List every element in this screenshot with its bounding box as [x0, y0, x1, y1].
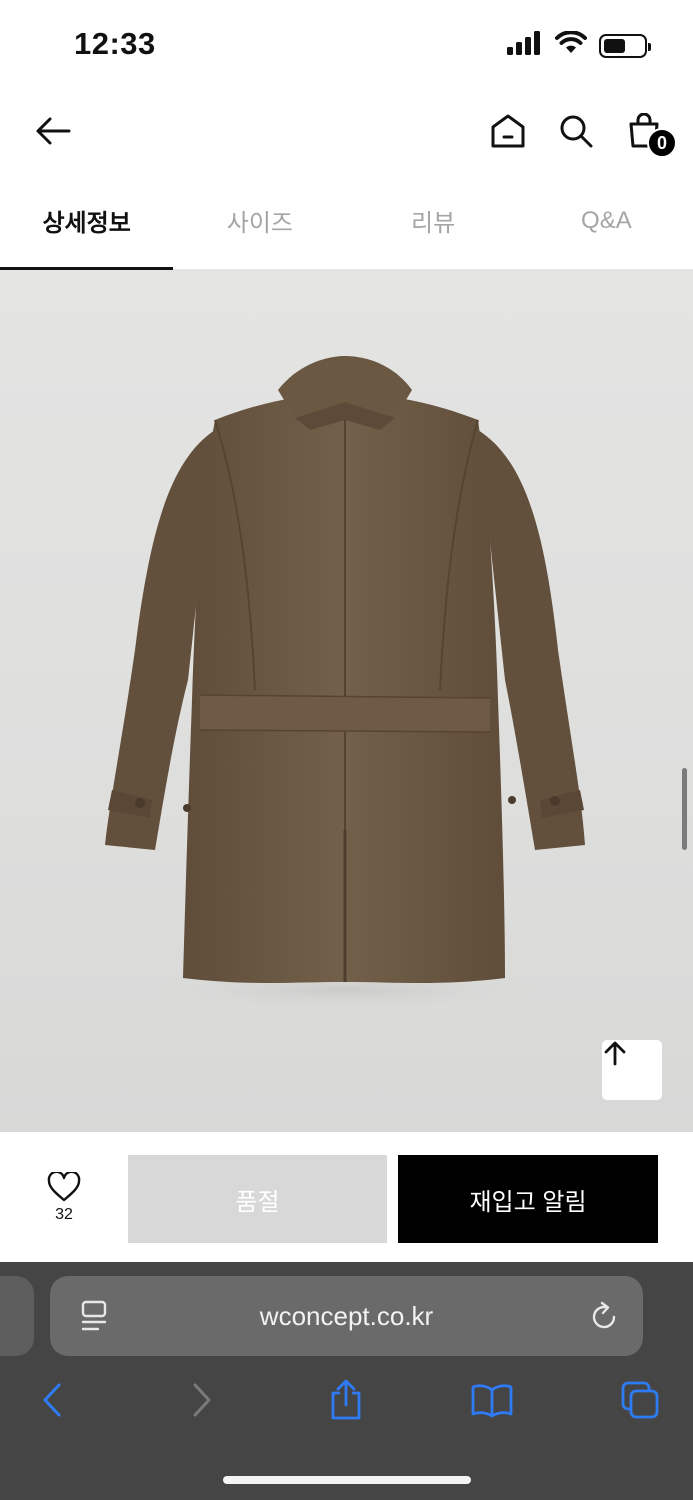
like-button[interactable]: 32 — [30, 1172, 98, 1232]
arrow-up-icon — [604, 1041, 626, 1066]
top-nav: 0 — [0, 92, 693, 172]
battery-icon — [599, 33, 651, 58]
browser-back-button[interactable] — [28, 1376, 76, 1424]
scroll-indicator — [682, 768, 687, 850]
back-button[interactable] — [30, 108, 76, 154]
back-arrow-icon — [36, 117, 71, 145]
wifi-icon — [555, 30, 587, 60]
heart-icon — [47, 1172, 81, 1202]
tabs-icon — [621, 1381, 659, 1419]
reload-icon[interactable] — [589, 1300, 619, 1337]
bookmarks-icon — [471, 1384, 513, 1418]
status-bar: 12:33 — [0, 0, 693, 92]
chevron-right-icon — [193, 1383, 211, 1417]
search-button[interactable] — [553, 108, 599, 154]
share-icon — [331, 1379, 361, 1420]
bookmarks-button[interactable] — [468, 1376, 516, 1424]
soldout-button: 품절 — [128, 1155, 387, 1243]
status-icons — [507, 30, 651, 60]
scroll-to-top-button[interactable] — [601, 1039, 663, 1101]
address-bar[interactable]: wconcept.co.kr — [50, 1276, 643, 1356]
browser-forward-button[interactable] — [178, 1376, 226, 1424]
browser-bar: wconcept.co.kr — [0, 1262, 693, 1500]
browser-toolbar — [0, 1370, 693, 1430]
previous-tab-preview[interactable] — [0, 1276, 34, 1356]
tab-reviews[interactable]: 리뷰 — [347, 172, 520, 269]
cart-button[interactable]: 0 — [621, 108, 677, 158]
purchase-bar: 32 품절 재입고 알림 — [0, 1132, 693, 1262]
nav-actions: 0 — [485, 108, 677, 158]
chevron-left-icon — [43, 1383, 61, 1417]
tab-details[interactable]: 상세정보 — [0, 172, 174, 270]
cart-count-badge: 0 — [647, 128, 677, 158]
like-count: 32 — [55, 1206, 73, 1223]
coat-back-view-image — [105, 356, 585, 1012]
battery-level — [604, 38, 625, 53]
home-button[interactable] — [485, 108, 531, 154]
url-text: wconcept.co.kr — [259, 1300, 434, 1331]
search-icon — [560, 115, 593, 148]
home-icon — [491, 114, 525, 148]
tabs-button[interactable] — [616, 1376, 664, 1424]
signal-icon — [507, 31, 543, 60]
product-image — [0, 270, 693, 1132]
home-indicator — [223, 1476, 471, 1484]
page: 12:33 0 상세정보 사이즈 리뷰 Q&A 32 품절 재입고 알림 wco… — [0, 0, 693, 1500]
tab-size[interactable]: 사이즈 — [173, 172, 346, 269]
detail-tabs: 상세정보 사이즈 리뷰 Q&A — [0, 172, 693, 270]
status-time: 12:33 — [74, 26, 156, 61]
share-button[interactable] — [322, 1376, 370, 1424]
tab-qna[interactable]: Q&A — [520, 172, 693, 269]
restock-alert-button[interactable]: 재입고 알림 — [398, 1155, 658, 1243]
